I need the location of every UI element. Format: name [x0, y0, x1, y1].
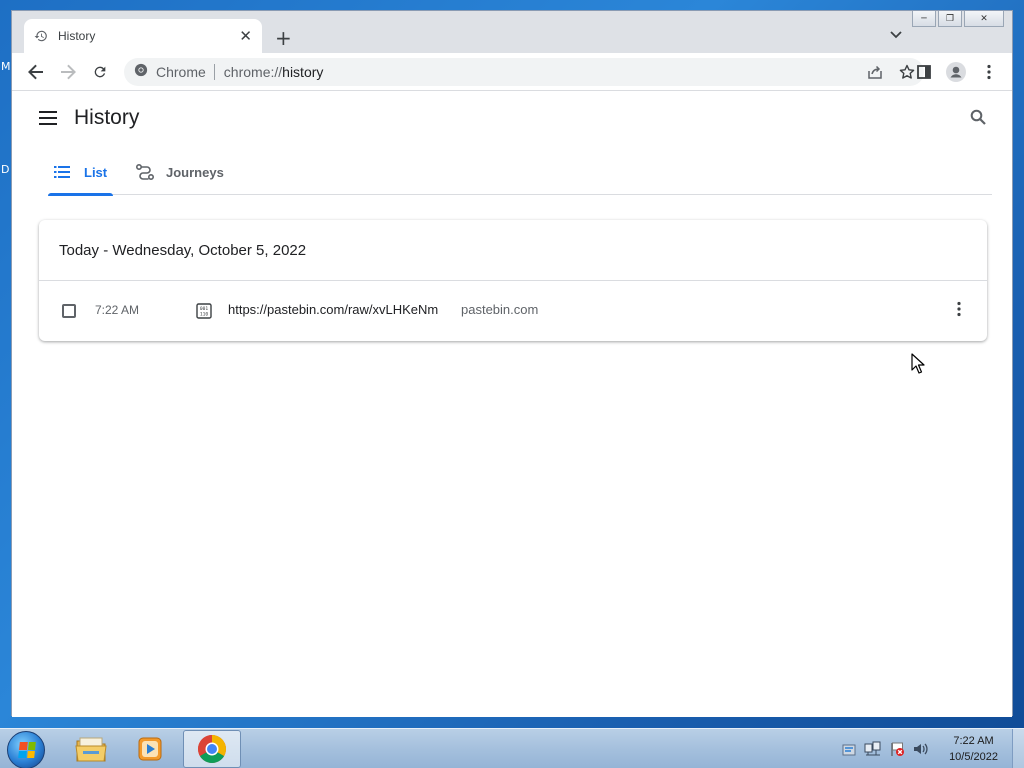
desktop-icon-label: D: [1, 163, 10, 176]
system-clock[interactable]: 7:22 AM 10/5/2022: [949, 733, 998, 765]
clock-date: 10/5/2022: [949, 751, 998, 763]
tab-title: History: [58, 29, 96, 43]
tab-list-label: List: [84, 164, 108, 180]
entry-link[interactable]: https://pastebin.com/raw/xvLHKeNm: [228, 302, 438, 317]
tab-close-icon[interactable]: ✕: [239, 27, 252, 45]
entry-domain: pastebin.com: [461, 302, 539, 317]
taskbar-explorer[interactable]: [62, 730, 120, 768]
taskbar-chrome[interactable]: [183, 730, 241, 768]
entry-time: 7:22 AM: [95, 303, 140, 317]
history-day-card: Today - Wednesday, October 5, 2022 7:22 …: [39, 220, 987, 341]
entry-checkbox[interactable]: [62, 304, 76, 318]
chrome-logo-icon: [198, 735, 226, 763]
site-label: Chrome: [156, 64, 215, 80]
history-entry[interactable]: 7:22 AM 001 110 https://pastebin.com/raw/…: [39, 281, 987, 341]
day-header: Today - Wednesday, October 5, 2022: [39, 220, 987, 281]
svg-text:110: 110: [200, 312, 209, 318]
minimize-button[interactable]: ─: [912, 11, 936, 27]
history-page: History List Journeys Today - Wednesday,…: [12, 91, 1012, 717]
desktop-icon-label: M: [1, 60, 11, 73]
binary-file-favicon-icon: 001 110: [196, 303, 212, 324]
clock-time: 7:22 AM: [953, 735, 994, 747]
side-panel-icon[interactable]: [914, 62, 934, 82]
tab-search-chevron-icon[interactable]: [890, 28, 902, 42]
close-window-button[interactable]: ✕: [964, 11, 1004, 27]
volume-icon[interactable]: [912, 740, 930, 758]
share-icon[interactable]: [866, 62, 884, 82]
tab-journeys-label: Journeys: [166, 164, 224, 180]
show-desktop-button[interactable]: [1012, 729, 1024, 768]
mouse-cursor-icon: [911, 353, 925, 379]
reload-icon[interactable]: [90, 62, 110, 82]
page-title: History: [74, 106, 140, 129]
new-tab-button[interactable]: +: [275, 26, 292, 50]
system-tray: 7:22 AM 10/5/2022: [837, 729, 1024, 768]
journeys-icon: [136, 164, 154, 180]
more-menu-icon[interactable]: [979, 62, 999, 82]
list-icon: [54, 166, 70, 178]
network-icon[interactable]: [864, 740, 882, 758]
restore-button[interactable]: ❐: [938, 11, 962, 27]
start-button[interactable]: [7, 731, 45, 768]
chrome-logo-icon: [134, 63, 148, 82]
history-tabs: List Journeys: [48, 149, 992, 196]
taskbar-media-player[interactable]: [121, 730, 179, 768]
history-icon: [34, 28, 50, 44]
back-arrow-icon[interactable]: [26, 62, 46, 82]
forward-arrow-icon[interactable]: [58, 62, 78, 82]
folder-icon: [75, 737, 107, 762]
search-icon[interactable]: [970, 109, 986, 130]
url-text: chrome://history: [223, 64, 324, 80]
browser-window: History ✕ + ─ ❐ ✕ Chrome chrome://histor…: [11, 10, 1013, 717]
windows-logo-icon: [18, 742, 36, 758]
security-alert-icon[interactable]: [888, 740, 906, 758]
tab-history[interactable]: History ✕: [24, 19, 262, 53]
hamburger-menu-icon[interactable]: [39, 111, 57, 130]
entry-more-actions-icon[interactable]: [957, 301, 961, 322]
tab-strip: History ✕ + ─ ❐ ✕: [12, 11, 1012, 53]
profile-avatar-icon[interactable]: [946, 62, 966, 82]
window-controls: ─ ❐ ✕: [912, 11, 1004, 27]
taskbar: 7:22 AM 10/5/2022: [0, 728, 1024, 768]
address-bar[interactable]: Chrome chrome://history: [124, 58, 924, 86]
action-center-flag-icon[interactable]: [840, 740, 858, 758]
media-player-icon: [138, 737, 162, 761]
svg-text:001: 001: [200, 306, 209, 312]
tab-journeys[interactable]: Journeys: [136, 149, 224, 195]
browser-toolbar: Chrome chrome://history: [12, 53, 1012, 91]
tab-list[interactable]: List: [48, 149, 114, 196]
